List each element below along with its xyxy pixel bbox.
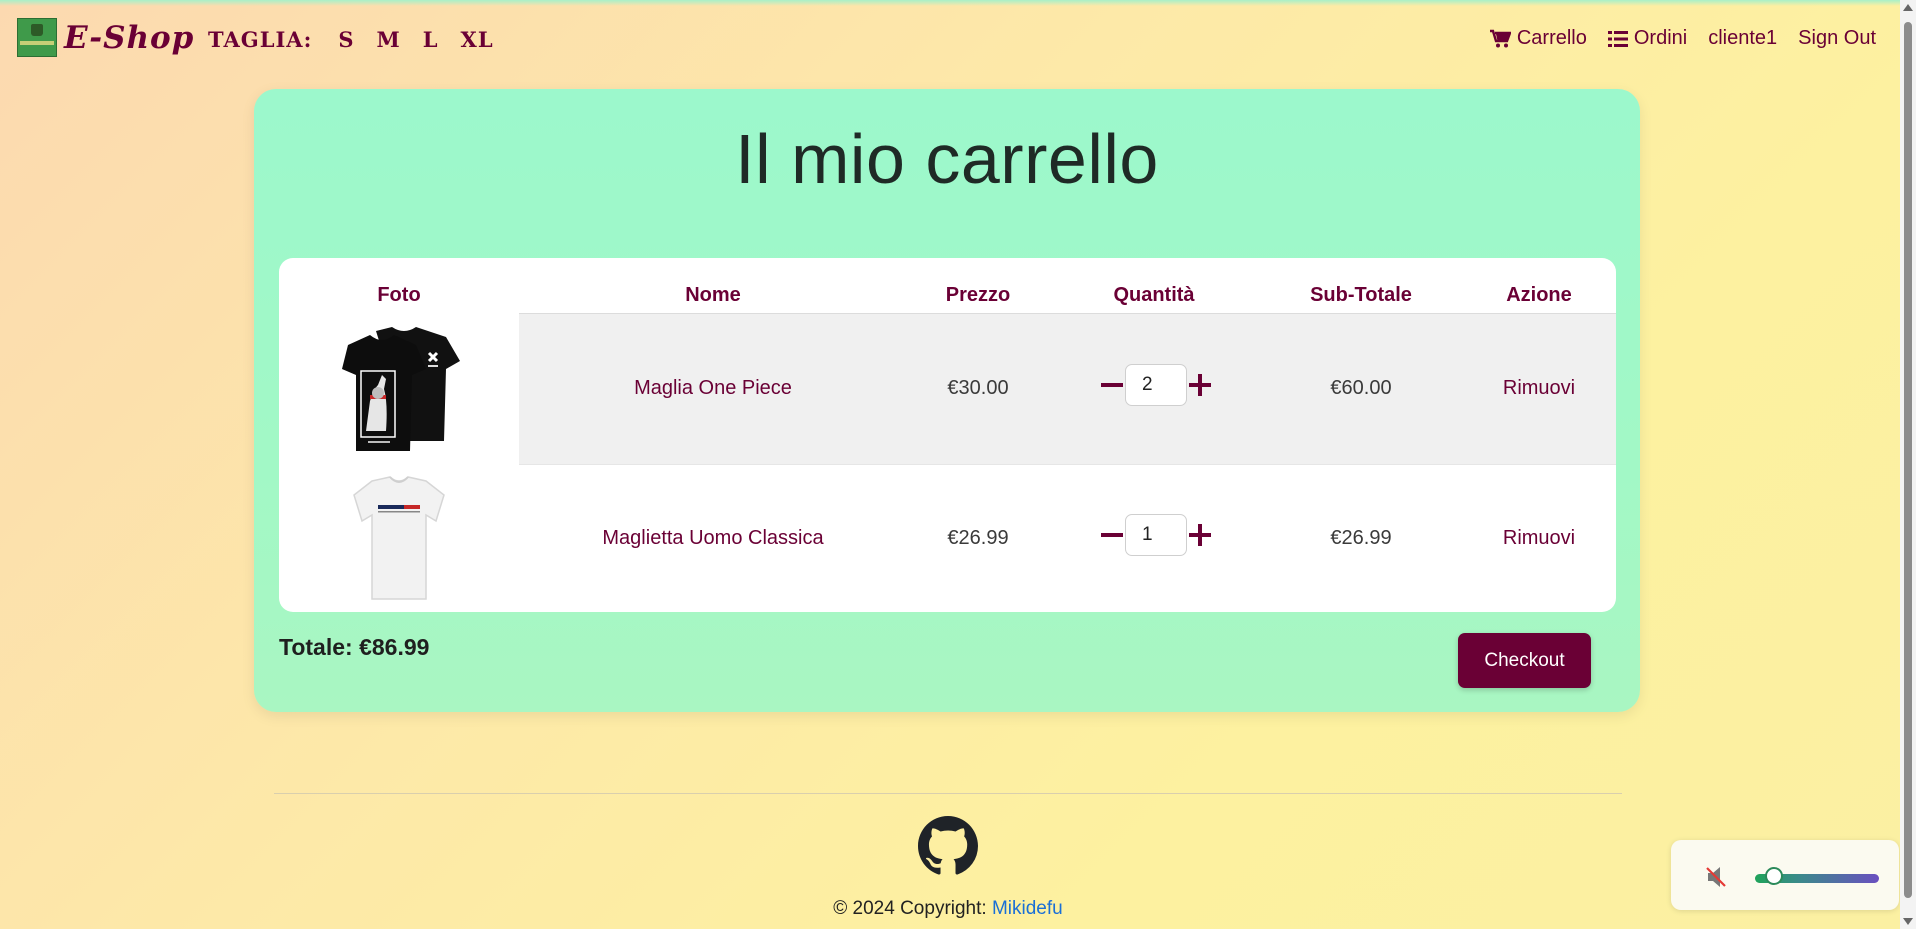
cart-icon [1489, 29, 1511, 47]
size-xl-link[interactable]: XL [461, 27, 494, 52]
size-filter: TAGLIA: S M L XL [208, 27, 516, 52]
scroll-down-icon[interactable] [1903, 918, 1913, 925]
minus-icon [1101, 533, 1123, 537]
table-row: Maglietta Uomo Classica €26.99 €26.99 Ri… [279, 463, 1616, 612]
size-m-link[interactable]: M [377, 27, 401, 52]
quantity-input[interactable] [1125, 514, 1187, 556]
cart-link-label: Carrello [1516, 27, 1587, 49]
decrease-quantity-button[interactable] [1099, 522, 1125, 548]
brand-name[interactable]: E-Shop [64, 20, 194, 56]
item-name[interactable]: Maglietta Uomo Classica [602, 527, 823, 550]
navbar: E-Shop TAGLIA: S M L XL Carrello Ordini … [0, 0, 1900, 80]
orders-link[interactable]: Ordini [1607, 27, 1688, 50]
header-price: Prezzo [945, 284, 1011, 306]
decrease-quantity-button[interactable] [1099, 372, 1125, 398]
header-quantity: Quantità [1113, 284, 1195, 306]
github-icon[interactable] [918, 816, 978, 876]
table-row: Maglia One Piece €30.00 €60.00 Rimuovi [279, 313, 1616, 465]
user-link-label: cliente1 [1708, 27, 1778, 49]
header-action: Azione [1506, 284, 1572, 306]
nav-links: Carrello Ordini cliente1 Sign Out [1468, 27, 1876, 50]
black-tshirt-icon [342, 327, 460, 451]
size-s-link[interactable]: S [338, 27, 354, 52]
size-l-link[interactable]: L [423, 27, 439, 52]
item-price: €30.00 [947, 377, 1009, 399]
orders-link-label: Ordini [1633, 27, 1688, 49]
copyright: © 2024 Copyright: Mikidefu [0, 898, 1896, 920]
footer-divider [274, 793, 1622, 794]
scrollbar[interactable] [1900, 0, 1916, 929]
list-icon [1607, 30, 1628, 47]
increase-quantity-button[interactable] [1187, 372, 1213, 398]
shop-logo-icon[interactable] [17, 18, 57, 57]
increase-quantity-button[interactable] [1187, 522, 1213, 548]
scroll-up-icon[interactable] [1903, 4, 1913, 11]
header-subtotal: Sub-Totale [1310, 284, 1412, 306]
cart-link[interactable]: Carrello [1489, 27, 1587, 50]
signout-link-label: Sign Out [1798, 27, 1876, 49]
quantity-input[interactable] [1125, 364, 1187, 406]
quantity-stepper [1099, 514, 1213, 556]
remove-item-link[interactable]: Rimuovi [1503, 527, 1575, 550]
header-name: Nome [685, 284, 741, 306]
cart-table: Foto Nome Prezzo Quantità Sub-Totale Azi… [279, 258, 1616, 612]
item-subtotal: €60.00 [1330, 377, 1392, 399]
quantity-stepper [1099, 364, 1213, 406]
header-photo: Foto [377, 284, 421, 306]
cart-total: Totale: €86.99 [279, 634, 430, 660]
remove-item-link[interactable]: Rimuovi [1503, 377, 1575, 400]
plus-icon [1189, 374, 1211, 396]
volume-slider-thumb[interactable] [1765, 867, 1783, 885]
item-price: €26.99 [947, 527, 1009, 549]
minus-icon [1101, 383, 1123, 387]
plus-icon [1189, 524, 1211, 546]
signout-link[interactable]: Sign Out [1798, 27, 1876, 50]
scrollbar-thumb[interactable] [1904, 22, 1912, 898]
size-filter-label: TAGLIA: [208, 27, 313, 52]
author-link[interactable]: Mikidefu [992, 898, 1063, 919]
user-link[interactable]: cliente1 [1708, 27, 1777, 50]
page-title: Il mio carrello [735, 120, 1159, 198]
white-tshirt-icon [353, 476, 445, 600]
checkout-button[interactable]: Checkout [1458, 633, 1591, 688]
cart-card: Il mio carrello Foto Nome Prezzo Quantit… [254, 89, 1640, 712]
copyright-text: © 2024 Copyright: [833, 898, 992, 919]
audio-player [1671, 840, 1899, 910]
item-name[interactable]: Maglia One Piece [634, 377, 792, 400]
item-subtotal: €26.99 [1330, 527, 1392, 549]
mute-icon[interactable] [1705, 864, 1729, 890]
